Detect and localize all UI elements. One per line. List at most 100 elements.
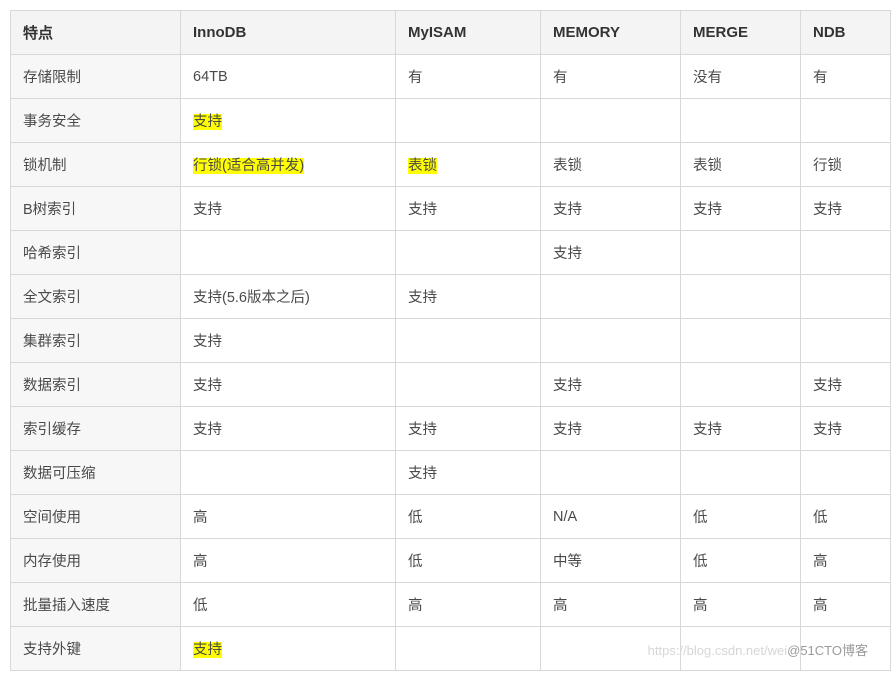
header-merge: MERGE <box>681 11 801 55</box>
table-cell: 支持 <box>181 407 396 451</box>
row-label: 哈希索引 <box>11 231 181 275</box>
table-cell: 支持(5.6版本之后) <box>181 275 396 319</box>
table-cell: 低 <box>181 583 396 627</box>
table-row: 内存使用高低中等低高 <box>11 539 891 583</box>
table-cell: 支持 <box>541 187 681 231</box>
row-label: B树索引 <box>11 187 181 231</box>
table-cell <box>541 275 681 319</box>
table-cell: 支持 <box>396 451 541 495</box>
table-cell <box>541 451 681 495</box>
table-cell <box>396 363 541 407</box>
table-cell: 高 <box>541 583 681 627</box>
table-row: 全文索引支持(5.6版本之后)支持 <box>11 275 891 319</box>
table-cell: 高 <box>681 583 801 627</box>
table-cell <box>681 231 801 275</box>
row-label: 空间使用 <box>11 495 181 539</box>
table-cell: 支持 <box>396 275 541 319</box>
table-cell: 低 <box>681 495 801 539</box>
table-cell <box>681 451 801 495</box>
table-row: 批量插入速度低高高高高 <box>11 583 891 627</box>
table-cell <box>181 451 396 495</box>
table-cell: 低 <box>396 539 541 583</box>
row-label: 数据可压缩 <box>11 451 181 495</box>
table-cell: 有 <box>801 55 891 99</box>
row-label: 事务安全 <box>11 99 181 143</box>
table-cell: 支持 <box>181 363 396 407</box>
table-cell: 低 <box>801 495 891 539</box>
table-cell: 支持 <box>801 363 891 407</box>
table-cell <box>541 319 681 363</box>
table-cell <box>541 99 681 143</box>
table-row: 锁机制行锁(适合高并发)表锁表锁表锁行锁 <box>11 143 891 187</box>
table-cell <box>801 99 891 143</box>
table-cell <box>681 319 801 363</box>
table-cell <box>396 99 541 143</box>
table-cell <box>801 627 891 671</box>
row-label: 全文索引 <box>11 275 181 319</box>
table-row: 数据索引支持支持支持 <box>11 363 891 407</box>
table-cell: 64TB <box>181 55 396 99</box>
table-cell <box>681 275 801 319</box>
table-row: B树索引支持支持支持支持支持 <box>11 187 891 231</box>
table-cell: 支持 <box>181 319 396 363</box>
table-cell: 高 <box>396 583 541 627</box>
header-memory: MEMORY <box>541 11 681 55</box>
table-cell: 支持 <box>541 363 681 407</box>
table-header-row: 特点 InnoDB MyISAM MEMORY MERGE NDB <box>11 11 891 55</box>
table-row: 存储限制64TB有有没有有 <box>11 55 891 99</box>
table-cell <box>541 627 681 671</box>
table-cell: 有 <box>541 55 681 99</box>
table-cell <box>681 99 801 143</box>
table-cell <box>396 319 541 363</box>
row-label: 存储限制 <box>11 55 181 99</box>
table-cell: 低 <box>681 539 801 583</box>
highlighted-cell-text: 支持 <box>193 642 222 658</box>
table-cell: 表锁 <box>396 143 541 187</box>
table-cell: 支持 <box>801 187 891 231</box>
table-row: 空间使用高低N/A低低 <box>11 495 891 539</box>
table-cell: 高 <box>181 495 396 539</box>
table-cell: 支持 <box>396 187 541 231</box>
table-cell: 支持 <box>181 187 396 231</box>
row-label: 集群索引 <box>11 319 181 363</box>
highlighted-cell-text: 表锁 <box>408 158 437 174</box>
table-row: 集群索引支持 <box>11 319 891 363</box>
table-cell <box>801 275 891 319</box>
table-cell <box>681 363 801 407</box>
table-cell <box>801 451 891 495</box>
table-cell: 支持 <box>396 407 541 451</box>
table-cell <box>681 627 801 671</box>
table-cell <box>181 231 396 275</box>
table-row: 支持外键支持 <box>11 627 891 671</box>
highlighted-cell-text: 行锁(适合高并发) <box>193 158 304 174</box>
table-cell: 没有 <box>681 55 801 99</box>
table-cell: 支持 <box>181 627 396 671</box>
table-cell <box>396 627 541 671</box>
table-cell <box>801 319 891 363</box>
row-label: 批量插入速度 <box>11 583 181 627</box>
table-cell: 表锁 <box>541 143 681 187</box>
header-ndb: NDB <box>801 11 891 55</box>
header-feature: 特点 <box>11 11 181 55</box>
table-cell: 支持 <box>541 407 681 451</box>
table-cell: 行锁(适合高并发) <box>181 143 396 187</box>
table-cell: 支持 <box>801 407 891 451</box>
row-label: 内存使用 <box>11 539 181 583</box>
table-cell: 中等 <box>541 539 681 583</box>
table-cell <box>396 231 541 275</box>
table-row: 哈希索引支持 <box>11 231 891 275</box>
storage-engine-comparison-table: 特点 InnoDB MyISAM MEMORY MERGE NDB 存储限制64… <box>10 10 891 671</box>
table-cell: 高 <box>801 583 891 627</box>
table-cell: 表锁 <box>681 143 801 187</box>
table-cell: 有 <box>396 55 541 99</box>
table-row: 索引缓存支持支持支持支持支持 <box>11 407 891 451</box>
table-row: 事务安全支持 <box>11 99 891 143</box>
header-myisam: MyISAM <box>396 11 541 55</box>
table-cell: 低 <box>396 495 541 539</box>
table-cell: 支持 <box>681 187 801 231</box>
table-cell: 高 <box>181 539 396 583</box>
table-cell: N/A <box>541 495 681 539</box>
row-label: 数据索引 <box>11 363 181 407</box>
table-cell <box>801 231 891 275</box>
highlighted-cell-text: 支持 <box>193 114 222 130</box>
